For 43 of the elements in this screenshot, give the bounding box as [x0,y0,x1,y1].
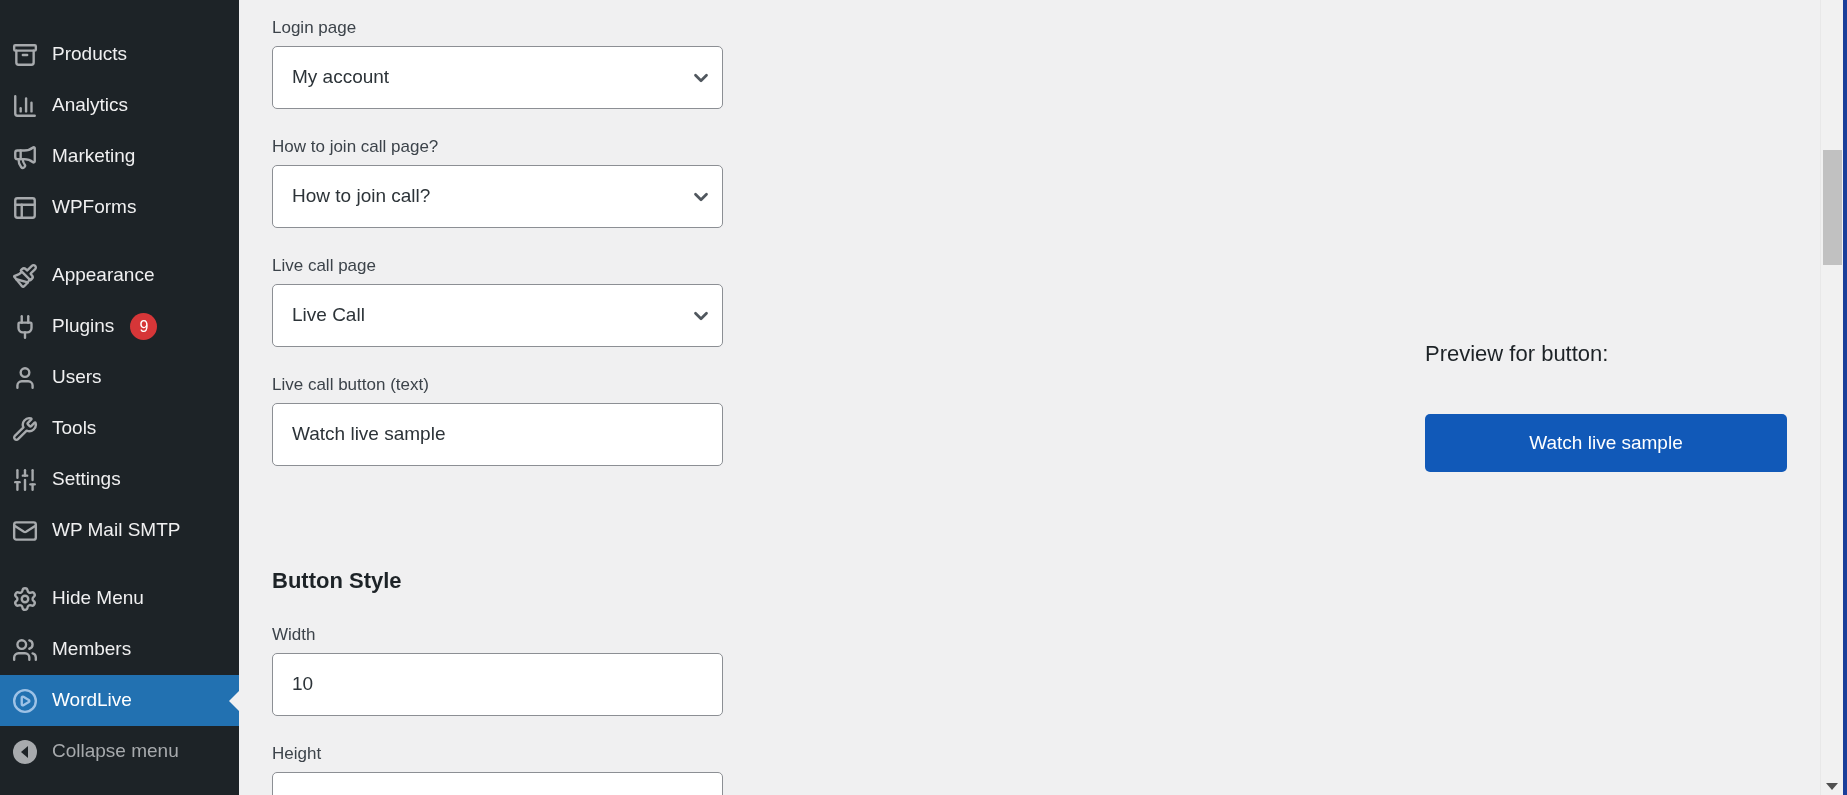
sidebar-item[interactable]: Hide Menu [0,573,239,624]
scroll-down-arrow-icon[interactable] [1826,783,1838,790]
field-label: Width [272,624,317,646]
select-field[interactable]: Live Call [272,284,723,347]
sidebar-item[interactable]: Settings [0,454,239,505]
select-field[interactable]: How to join call? [272,165,723,228]
sidebar-item[interactable]: Appearance [0,250,239,301]
field-label: Live call button (text) [272,374,430,396]
collapse-menu-button[interactable]: Collapse menu [0,726,239,777]
sidebar-item[interactable]: WordLive [0,675,239,726]
megaphone-icon [12,143,38,170]
sidebar-item[interactable]: WP Mail SMTP [0,505,239,556]
update-count: 9 [130,313,158,340]
sidebar-item[interactable]: Tools [0,403,239,454]
preview-button[interactable]: Watch live sample [1425,414,1787,472]
sidebar-item[interactable]: Analytics [0,80,239,131]
archive-box-icon [12,41,38,68]
current-pointer-icon [229,691,239,711]
sidebar-item[interactable]: WPForms [0,182,239,233]
sidebar-item[interactable]: Members [0,624,239,675]
preview-title: Preview for button: [1425,340,1610,368]
wrench-icon [12,415,38,442]
select-field[interactable]: My account [272,46,723,109]
field-label: How to join call page? [272,136,440,158]
bar-chart-icon [12,92,38,119]
text-field[interactable]: 10 [272,653,723,716]
sidebar-item[interactable]: Products [0,29,239,80]
text-field[interactable]: Watch live sample [272,403,723,466]
settings-icon [12,585,38,612]
scrollbar-thumb[interactable] [1823,150,1842,265]
field-label: Login page [272,17,358,39]
field-label: Live call page [272,255,377,277]
sidebar-item[interactable]: Marketing [0,131,239,182]
sidebar-item[interactable]: Plugins 9 [0,301,239,352]
field-label: Height [272,743,323,765]
play-circle-icon [12,687,38,714]
sliders-icon [12,466,38,493]
paintbrush-icon [12,262,38,289]
section-heading: Button Style [272,567,403,595]
form-icon [12,194,38,221]
scrollbar[interactable] [1820,0,1843,795]
sidebar-item[interactable]: Users [0,352,239,403]
users-icon [12,636,38,663]
